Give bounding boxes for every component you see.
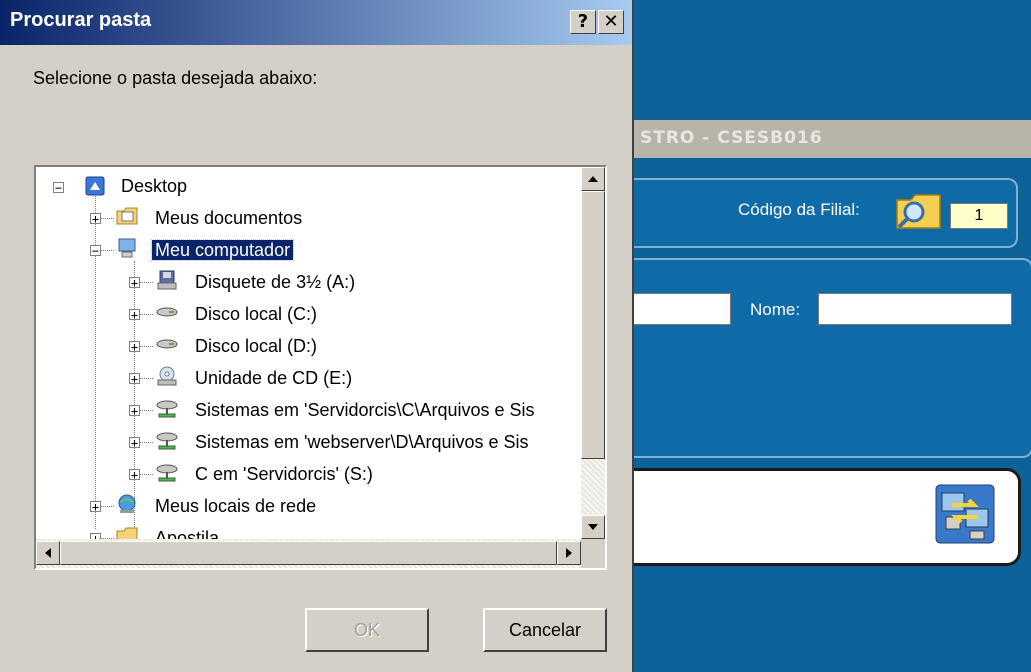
dialog-title: Procurar pasta bbox=[10, 9, 152, 31]
hard-disk-icon bbox=[156, 307, 178, 317]
filial-code-field[interactable]: 1 bbox=[950, 203, 1008, 229]
hard-disk-icon bbox=[156, 339, 178, 349]
browse-folder-dialog: Procurar pasta ? ✕ Selecione o pasta des… bbox=[0, 0, 634, 672]
tree-item-sistemas-webserver[interactable]: Sistemas em 'webserver\D\Arquivos e Sis bbox=[192, 428, 532, 456]
help-button[interactable]: ? bbox=[570, 10, 596, 34]
scroll-left-button[interactable] bbox=[36, 541, 60, 565]
tree-item-apostila[interactable]: Apostila bbox=[152, 524, 222, 539]
tree-item-meu-computador[interactable]: Meu computador bbox=[150, 236, 295, 264]
tree-item-disco-d[interactable]: Disco local (D:) bbox=[192, 332, 320, 360]
arrow-down-icon bbox=[588, 524, 598, 530]
vertical-scrollbar[interactable] bbox=[581, 167, 605, 539]
scrollbar-corner bbox=[581, 539, 605, 568]
expand-toggle[interactable]: + bbox=[90, 213, 101, 225]
expand-toggle[interactable]: + bbox=[129, 437, 140, 449]
arrow-up-icon bbox=[588, 176, 598, 182]
tree-connector bbox=[134, 261, 135, 529]
scroll-down-button[interactable] bbox=[581, 515, 605, 539]
network-drive-icon bbox=[156, 464, 178, 482]
network-places-icon bbox=[118, 494, 136, 513]
folder-search-icon bbox=[896, 194, 941, 229]
cancel-button[interactable]: Cancelar bbox=[483, 608, 607, 652]
expand-toggle[interactable]: + bbox=[129, 309, 140, 321]
scroll-right-button[interactable] bbox=[557, 541, 581, 565]
folder-tree-viewport: − Desktop + Meus documentos − Meu comput… bbox=[36, 167, 581, 539]
nome-field[interactable] bbox=[818, 293, 1012, 325]
expand-toggle[interactable]: + bbox=[129, 469, 140, 481]
scroll-up-button[interactable] bbox=[581, 167, 605, 191]
folder-icon bbox=[116, 527, 138, 539]
horizontal-scroll-thumb[interactable] bbox=[60, 541, 557, 565]
expand-toggle[interactable]: + bbox=[129, 277, 140, 289]
details-panel bbox=[630, 258, 1031, 458]
tree-item-disquete[interactable]: Disquete de 3½ (A:) bbox=[192, 268, 358, 296]
tree-item-sistemas-servidorcis[interactable]: Sistemas em 'Servidorcis\C\Arquivos e Si… bbox=[192, 396, 538, 424]
arrow-left-icon bbox=[45, 548, 51, 558]
collapse-toggle[interactable]: − bbox=[53, 182, 64, 194]
horizontal-scrollbar[interactable] bbox=[36, 539, 581, 568]
computers-transfer-icon bbox=[935, 484, 995, 544]
tree-item-meus-locais-de-rede[interactable]: Meus locais de rede bbox=[152, 492, 319, 520]
vertical-scroll-thumb[interactable] bbox=[581, 191, 605, 459]
tree-connector bbox=[95, 189, 96, 529]
background-window-title: STRO - CSESB016 bbox=[640, 128, 823, 148]
network-drive-icon bbox=[156, 432, 178, 450]
expand-toggle[interactable]: + bbox=[129, 373, 140, 385]
folder-tree: − Desktop + Meus documentos − Meu comput… bbox=[34, 165, 607, 570]
collapse-toggle[interactable]: − bbox=[90, 245, 101, 257]
folder-search-button[interactable] bbox=[894, 190, 944, 232]
text-field[interactable] bbox=[630, 293, 731, 325]
tree-item-c-servidorcis[interactable]: C em 'Servidorcis' (S:) bbox=[192, 460, 376, 488]
dialog-titlebar: Procurar pasta ? ✕ bbox=[0, 0, 632, 45]
folder-documents-icon bbox=[116, 207, 138, 225]
dialog-prompt: Selecione o pasta desejada abaixo: bbox=[33, 68, 318, 88]
filial-label: Código da Filial: bbox=[738, 200, 860, 219]
tree-item-unidade-cd[interactable]: Unidade de CD (E:) bbox=[192, 364, 355, 392]
tree-item-meus-documentos[interactable]: Meus documentos bbox=[152, 204, 305, 232]
close-button[interactable]: ✕ bbox=[598, 10, 624, 34]
cd-drive-icon bbox=[157, 366, 177, 386]
expand-toggle[interactable]: + bbox=[129, 341, 140, 353]
expand-toggle[interactable]: + bbox=[129, 405, 140, 417]
network-drive-icon bbox=[156, 400, 178, 418]
ok-button[interactable]: OK bbox=[305, 608, 429, 652]
tree-item-disco-c[interactable]: Disco local (C:) bbox=[192, 300, 320, 328]
transfer-button[interactable] bbox=[934, 483, 996, 545]
tree-item-desktop[interactable]: Desktop bbox=[118, 172, 190, 200]
floppy-drive-icon bbox=[157, 270, 177, 290]
arrow-right-icon bbox=[566, 548, 572, 558]
nome-label: Nome: bbox=[750, 300, 801, 319]
desktop-icon bbox=[85, 176, 105, 196]
computer-icon bbox=[118, 238, 136, 258]
expand-toggle[interactable]: + bbox=[90, 501, 101, 513]
